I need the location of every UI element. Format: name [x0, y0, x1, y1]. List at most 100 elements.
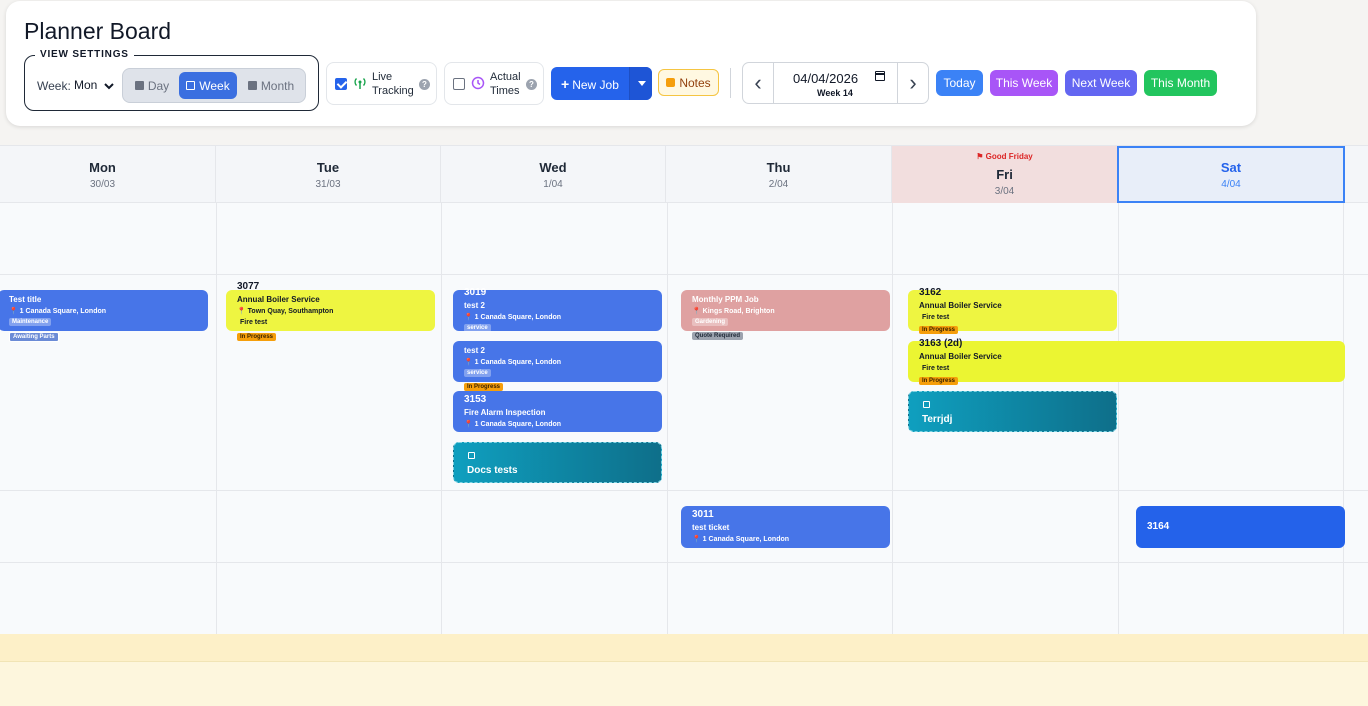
- notes-label: Notes: [679, 75, 711, 90]
- week-grid: Mon 30/03 Tue 31/03 Wed 1/04 Thu 2/04 ⚑ …: [0, 145, 1368, 706]
- date-input[interactable]: 04/04/2026: [793, 71, 858, 86]
- job-number: 3163 (2d): [919, 338, 963, 349]
- day-header-thu[interactable]: Thu 2/04: [665, 146, 891, 203]
- day-header-sat[interactable]: Sat 4/04: [1117, 146, 1345, 203]
- day-header-fri[interactable]: ⚑ Good Friday Fri 3/04: [891, 146, 1117, 203]
- holiday-label: ⚑ Good Friday: [892, 152, 1117, 161]
- help-icon[interactable]: ?: [419, 79, 430, 90]
- job-location: 📍 1 Canada Square, London: [464, 313, 561, 321]
- job-card-multiday[interactable]: 3163 (2d) Annual Boiler Service Fire tes…: [908, 338, 1345, 385]
- today-button[interactable]: Today: [936, 70, 983, 96]
- job-status-badge: In Progress: [919, 377, 959, 385]
- live-tracking-label-2: Tracking: [372, 85, 414, 97]
- actual-times-label-2: Times: [490, 85, 520, 97]
- job-title: Test title: [9, 295, 42, 304]
- job-detail: Fire test: [922, 365, 950, 372]
- view-day-button[interactable]: Day: [128, 72, 176, 99]
- view-week-button[interactable]: Week: [179, 72, 237, 99]
- calendar-month-icon: [247, 81, 257, 90]
- job-card[interactable]: Test title 📍 1 Canada Square, London Mai…: [0, 290, 208, 342]
- day-date: 4/04: [1221, 179, 1241, 190]
- day-name: Wed: [539, 160, 567, 175]
- document-card[interactable]: Docs tests: [453, 442, 662, 483]
- previous-week-button[interactable]: ‹: [743, 63, 774, 103]
- job-title: test 2: [464, 301, 485, 310]
- job-title: Monthly PPM Job: [692, 295, 759, 304]
- job-detail: Fire test: [922, 314, 950, 321]
- job-number: 3077: [237, 281, 260, 292]
- calendar-icon[interactable]: [875, 71, 885, 81]
- document-title: Docs tests: [467, 465, 518, 476]
- note-icon: [666, 78, 676, 87]
- planner-toolbar: Planner Board VIEW SETTINGS Week: Mon Da…: [6, 1, 1256, 126]
- help-icon[interactable]: ?: [526, 79, 537, 90]
- actual-times-toggle[interactable]: Actual Times ?: [444, 62, 544, 105]
- view-mode-toggle: Day Week Month: [122, 68, 306, 103]
- week-number: Week 14: [817, 88, 853, 98]
- live-tracking-toggle[interactable]: Live Tracking ?: [326, 62, 437, 105]
- next-week-quick-button[interactable]: Next Week: [1065, 70, 1137, 96]
- column-divider: [1343, 203, 1344, 706]
- page-title: Planner Board: [24, 18, 172, 44]
- notes-button[interactable]: Notes: [658, 69, 719, 96]
- job-location-text: 1 Canada Square, London: [702, 536, 790, 543]
- pin-icon: 📍: [237, 308, 246, 315]
- job-card[interactable]: 3019 test 2 📍 1 Canada Square, London se…: [453, 287, 662, 332]
- job-location-text: Kings Road, Brighton: [702, 308, 775, 315]
- job-number: 3164: [1147, 521, 1170, 532]
- new-job-main[interactable]: + New Job: [561, 76, 619, 92]
- job-card[interactable]: 3011 test ticket 📍 1 Canada Square, Lond…: [681, 506, 890, 548]
- day-name: Tue: [316, 160, 340, 175]
- job-location: 📍 1 Canada Square, London: [464, 358, 561, 366]
- actual-times-checkbox[interactable]: [453, 78, 465, 90]
- antenna-icon: [354, 78, 366, 89]
- job-title: Annual Boiler Service: [919, 352, 1002, 361]
- day-header-tue[interactable]: Tue 31/03: [215, 146, 440, 203]
- job-status-badge: In Progress: [919, 326, 959, 334]
- day-header-mon[interactable]: Mon 30/03: [0, 146, 215, 203]
- document-title: Terrjdj: [922, 414, 953, 425]
- new-job-dropdown-toggle[interactable]: [629, 67, 652, 100]
- job-title: Annual Boiler Service: [237, 295, 320, 304]
- job-card[interactable]: 3162 Annual Boiler Service Fire test In …: [908, 287, 1117, 334]
- job-status-badge: In Progress: [464, 383, 504, 391]
- job-location: 📍 1 Canada Square, London: [464, 420, 561, 428]
- job-location: 📍 Town Quay, Southampton: [237, 307, 333, 315]
- job-category-badge: Gardening: [692, 318, 729, 326]
- calendar-week-icon: [186, 81, 196, 90]
- date-navigator: ‹ 04/04/2026 Week 14 ›: [742, 62, 929, 104]
- document-card[interactable]: Terrjdj: [908, 391, 1117, 432]
- day-name: Thu: [766, 160, 791, 175]
- job-number: 3011: [692, 509, 714, 520]
- job-card[interactable]: 3153 Fire Alarm Inspection 📍 1 Canada Sq…: [453, 391, 662, 432]
- row-divider: [0, 274, 1368, 275]
- job-card[interactable]: 3164: [1136, 506, 1345, 548]
- view-month-label: Month: [260, 78, 295, 93]
- pin-icon: 📍: [692, 308, 701, 315]
- new-job-button[interactable]: + New Job: [551, 67, 652, 100]
- job-card[interactable]: test 2 📍 1 Canada Square, London service…: [453, 341, 662, 391]
- job-location-text: 1 Canada Square, London: [19, 308, 107, 315]
- day-date: 2/04: [768, 179, 789, 190]
- day-date: 3/04: [994, 186, 1015, 197]
- week-start-select[interactable]: Mon: [74, 78, 114, 92]
- day-header-wed[interactable]: Wed 1/04: [440, 146, 665, 203]
- job-number: 3162: [919, 287, 942, 298]
- pin-icon: 📍: [464, 421, 473, 428]
- this-week-button[interactable]: This Week: [990, 70, 1058, 96]
- job-location-text: Town Quay, Southampton: [247, 308, 334, 315]
- column-divider: [216, 203, 217, 706]
- this-month-button[interactable]: This Month: [1144, 70, 1217, 96]
- job-detail: Fire test: [240, 319, 268, 326]
- job-card[interactable]: Monthly PPM Job 📍 Kings Road, Brighton G…: [681, 290, 890, 340]
- job-title: Fire Alarm Inspection: [464, 408, 546, 417]
- next-week-button[interactable]: ›: [897, 63, 928, 103]
- row-divider: [0, 661, 1368, 662]
- actual-times-label-1: Actual: [490, 71, 521, 83]
- live-tracking-checkbox[interactable]: [335, 78, 347, 90]
- job-card[interactable]: 3077 Annual Boiler Service 📍 Town Quay, …: [226, 281, 435, 341]
- day-name: Mon: [89, 160, 116, 175]
- job-category-badge: Maintenance: [9, 318, 52, 326]
- view-month-button[interactable]: Month: [240, 72, 302, 99]
- chevron-right-icon: ›: [909, 70, 917, 95]
